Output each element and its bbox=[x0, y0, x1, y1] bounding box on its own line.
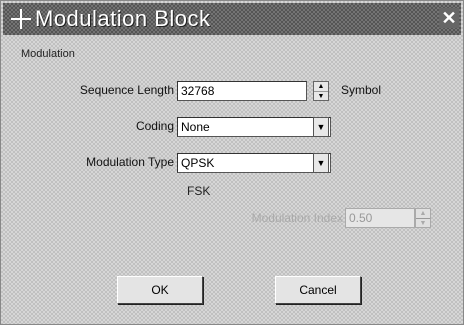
modulation-index-label: Modulation Index bbox=[251, 211, 343, 225]
modulation-type-label: Modulation Type bbox=[86, 155, 174, 169]
modulation-type-select[interactable]: QPSK bbox=[177, 153, 331, 173]
spin-down-icon[interactable]: ▼ bbox=[416, 219, 430, 228]
group-label: Modulation bbox=[21, 48, 75, 60]
chevron-down-icon[interactable]: ▼ bbox=[313, 153, 329, 173]
dialog-window: Modulation Block ✕ Modulation Sequence L… bbox=[0, 0, 464, 325]
spin-up-icon[interactable]: ▲ bbox=[314, 82, 328, 92]
close-icon[interactable]: ✕ bbox=[439, 8, 459, 28]
spin-down-icon[interactable]: ▼ bbox=[314, 92, 328, 101]
fsk-label: FSK bbox=[187, 184, 211, 198]
app-icon bbox=[11, 9, 31, 29]
window-title: Modulation Block bbox=[35, 6, 211, 31]
modulation-index-input[interactable]: 0.50 bbox=[345, 208, 415, 228]
sequence-length-label: Sequence Length bbox=[79, 83, 174, 97]
sequence-length-spinner[interactable]: ▲ ▼ bbox=[313, 81, 329, 101]
chevron-down-icon[interactable]: ▼ bbox=[313, 117, 329, 137]
modulation-index-spinner[interactable]: ▲ ▼ bbox=[415, 208, 431, 228]
spin-up-icon[interactable]: ▲ bbox=[416, 209, 430, 219]
sequence-length-input[interactable]: 32768 bbox=[177, 81, 307, 101]
cancel-button[interactable]: Cancel bbox=[275, 276, 361, 304]
coding-select[interactable]: None bbox=[177, 117, 331, 137]
coding-label: Coding bbox=[135, 119, 174, 133]
ok-button[interactable]: OK bbox=[117, 276, 203, 304]
title-bar[interactable]: Modulation Block ✕ bbox=[3, 3, 461, 35]
sequence-length-unit: Symbol bbox=[341, 83, 382, 97]
